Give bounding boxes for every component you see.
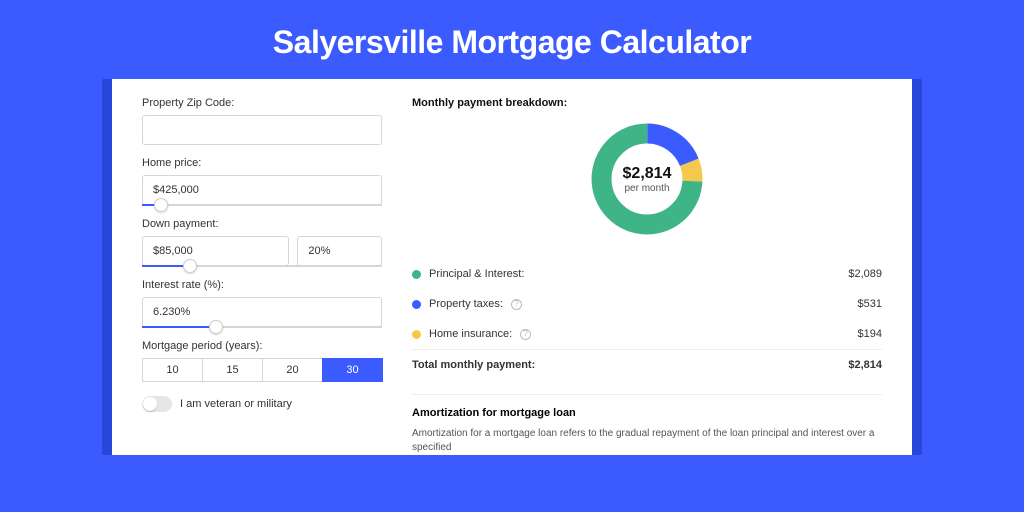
toggle-knob bbox=[143, 397, 157, 411]
slider-handle[interactable] bbox=[209, 320, 223, 334]
legend-left: Home insurance:? bbox=[412, 328, 531, 340]
info-icon[interactable]: ? bbox=[511, 299, 522, 310]
amortization-title: Amortization for mortgage loan bbox=[412, 407, 882, 419]
mortgage-period-field: Mortgage period (years): 10152030 bbox=[142, 340, 382, 382]
legend-left: Principal & Interest: bbox=[412, 268, 524, 280]
zip-field: Property Zip Code: bbox=[142, 97, 382, 145]
veteran-toggle[interactable] bbox=[142, 396, 172, 412]
legend-left: Property taxes:? bbox=[412, 298, 522, 310]
legend-value: $194 bbox=[858, 328, 882, 340]
page-title: Salyersville Mortgage Calculator bbox=[0, 0, 1024, 79]
home-price-field: Home price: bbox=[142, 157, 382, 206]
down-payment-pct-input[interactable] bbox=[297, 236, 382, 266]
down-payment-slider[interactable] bbox=[142, 265, 382, 267]
veteran-label: I am veteran or military bbox=[180, 398, 292, 410]
veteran-row: I am veteran or military bbox=[142, 396, 382, 412]
legend: Principal & Interest: $2,089 Property taxe… bbox=[412, 259, 882, 349]
inputs-column: Property Zip Code: Home price: Down paym… bbox=[142, 97, 382, 455]
legend-dot bbox=[412, 300, 421, 309]
donut-wrap: $2,814 per month bbox=[412, 119, 882, 239]
slider-fill bbox=[142, 326, 216, 328]
home-price-input[interactable] bbox=[142, 175, 382, 205]
legend-row: Property taxes:? $531 bbox=[412, 289, 882, 319]
calculator-card: Property Zip Code: Home price: Down paym… bbox=[112, 79, 912, 455]
legend-label: Principal & Interest: bbox=[429, 268, 524, 280]
zip-input[interactable] bbox=[142, 115, 382, 145]
down-payment-input[interactable] bbox=[142, 236, 289, 266]
period-button-20[interactable]: 20 bbox=[262, 358, 323, 382]
legend-total-value: $2,814 bbox=[848, 359, 882, 371]
home-price-slider[interactable] bbox=[142, 204, 382, 206]
interest-rate-field: Interest rate (%): bbox=[142, 279, 382, 328]
legend-label: Property taxes: bbox=[429, 298, 503, 310]
home-price-label: Home price: bbox=[142, 157, 382, 169]
legend-total-label: Total monthly payment: bbox=[412, 359, 535, 371]
breakdown-column: Monthly payment breakdown: $2,814 per mo… bbox=[412, 97, 882, 455]
info-icon[interactable]: ? bbox=[520, 329, 531, 340]
amortization-section: Amortization for mortgage loan Amortizat… bbox=[412, 394, 882, 455]
legend-value: $531 bbox=[858, 298, 882, 310]
legend-row: Home insurance:? $194 bbox=[412, 319, 882, 349]
legend-dot bbox=[412, 270, 421, 279]
amortization-text: Amortization for a mortgage loan refers … bbox=[412, 427, 882, 455]
donut-chart: $2,814 per month bbox=[587, 119, 707, 239]
period-button-10[interactable]: 10 bbox=[142, 358, 203, 382]
interest-rate-label: Interest rate (%): bbox=[142, 279, 382, 291]
slider-handle[interactable] bbox=[154, 198, 168, 212]
donut-center: $2,814 per month bbox=[587, 119, 707, 239]
interest-rate-input[interactable] bbox=[142, 297, 382, 327]
down-payment-field: Down payment: bbox=[142, 218, 382, 267]
breakdown-title: Monthly payment breakdown: bbox=[412, 97, 882, 109]
slider-handle[interactable] bbox=[183, 259, 197, 273]
donut-amount: $2,814 bbox=[623, 165, 672, 183]
period-button-15[interactable]: 15 bbox=[202, 358, 263, 382]
card-outer: Property Zip Code: Home price: Down paym… bbox=[102, 79, 922, 455]
down-payment-label: Down payment: bbox=[142, 218, 382, 230]
mortgage-period-label: Mortgage period (years): bbox=[142, 340, 382, 352]
legend-value: $2,089 bbox=[848, 268, 882, 280]
legend-label: Home insurance: bbox=[429, 328, 512, 340]
legend-total-row: Total monthly payment: $2,814 bbox=[412, 349, 882, 380]
period-buttons: 10152030 bbox=[142, 358, 382, 382]
zip-label: Property Zip Code: bbox=[142, 97, 382, 109]
interest-rate-slider[interactable] bbox=[142, 326, 382, 328]
legend-row: Principal & Interest: $2,089 bbox=[412, 259, 882, 289]
period-button-30[interactable]: 30 bbox=[322, 358, 383, 382]
legend-dot bbox=[412, 330, 421, 339]
donut-sub: per month bbox=[624, 183, 669, 194]
